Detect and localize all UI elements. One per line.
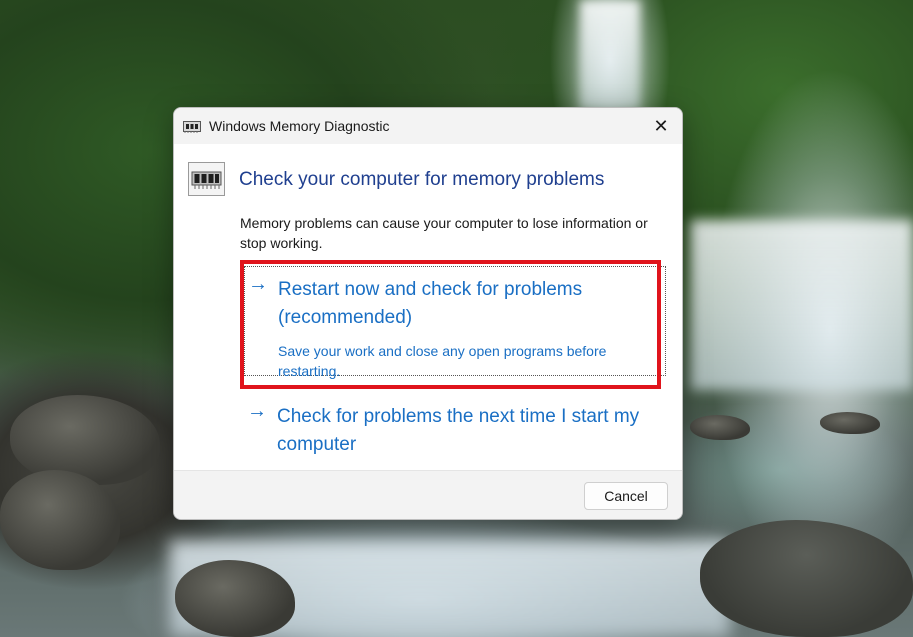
restart-now-option[interactable]: → Restart now and check for problems (re… [244,266,666,379]
arrow-right-icon: → [247,400,267,422]
close-button[interactable]: ✕ [646,112,676,140]
rock [820,412,880,434]
rock [690,415,750,440]
rock [700,520,913,637]
main-heading: Check your computer for memory problems [239,169,605,190]
check-next-start-title: Check for problems the next time I start… [277,406,640,455]
cancel-button[interactable]: Cancel [584,482,668,510]
waterfall-top [580,0,640,110]
title-bar: Windows Memory Diagnostic ✕ [174,108,682,144]
memory-chip-icon [183,120,201,133]
memory-chip-icon [188,162,225,196]
memory-diagnostic-dialog: Windows Memory Diagnostic ✕ Check your c… [173,107,683,520]
close-icon: ✕ [653,115,669,136]
rock [10,395,160,485]
check-next-start-option[interactable]: → Check for problems the next time I sta… [244,394,666,464]
dialog-content: Check your computer for memory problems … [174,144,682,470]
restart-now-title: Restart now and check for problems (reco… [278,279,583,328]
dialog-footer: Cancel [174,470,682,519]
window-title: Windows Memory Diagnostic [209,118,390,134]
arrow-right-icon: → [248,273,268,295]
rock [0,470,120,570]
description-text: Memory problems can cause your computer … [240,215,648,251]
waterfall-right [690,220,913,390]
restart-now-subtitle: Save your work and close any open progra… [278,343,607,379]
